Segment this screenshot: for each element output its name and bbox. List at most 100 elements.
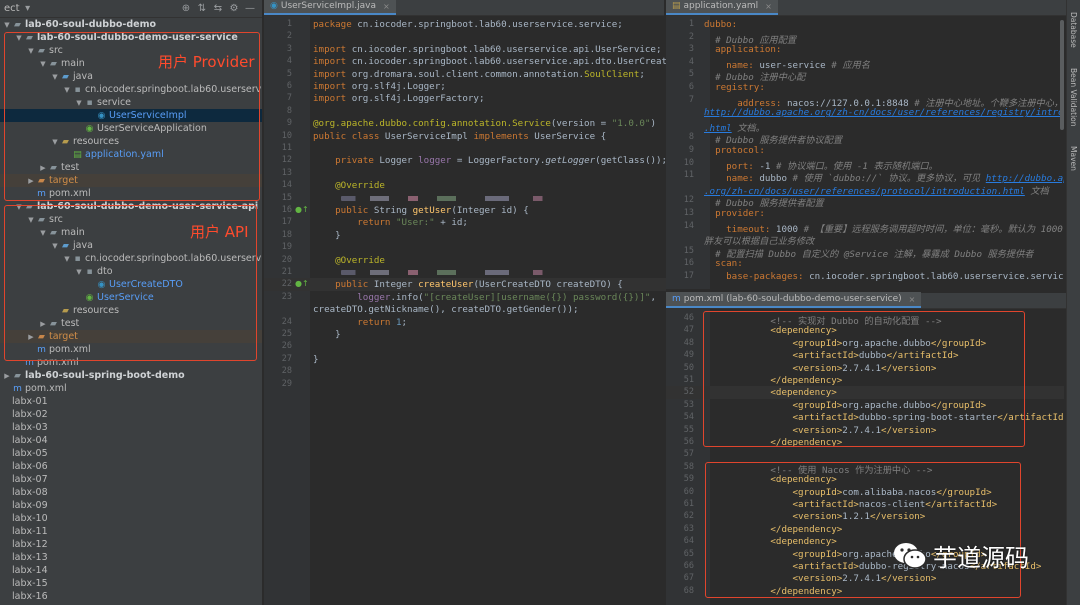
- line-number: 13: [281, 167, 292, 178]
- tree-item[interactable]: labx-15: [0, 577, 262, 590]
- code-line: import org.slf4j.Logger;: [313, 81, 446, 92]
- code-token: org.slf4j.LoggerFactory;: [351, 93, 485, 105]
- nacos-dependency-highlight-box: [705, 462, 1021, 598]
- code-line: [313, 267, 581, 278]
- line-number: 14: [281, 180, 292, 191]
- code-token: logger: [418, 155, 452, 167]
- tree-item[interactable]: labx-14: [0, 564, 262, 577]
- line-number: 17: [281, 217, 292, 228]
- tree-item-label: labx-14: [12, 565, 48, 576]
- line-number: 64: [683, 536, 694, 547]
- line-number: 56: [683, 437, 694, 447]
- tab-pom-xml[interactable]: m pom.xml (lab-60-soul-dubbo-demo-user-s…: [666, 292, 922, 308]
- api-annotation: 用户 API: [190, 223, 249, 241]
- dubbo-dependency-highlight-box: [703, 311, 1025, 447]
- line-number: 25: [281, 329, 292, 339]
- code-token: }: [313, 353, 319, 365]
- code-token: ;: [639, 68, 645, 80]
- tree-item[interactable]: ▶ ▰ lab-60-soul-spring-boot-demo: [0, 369, 262, 382]
- line-number: 12: [683, 195, 694, 206]
- tree-item-label: labx-01: [12, 396, 48, 407]
- tree-item-label: labx-12: [12, 539, 48, 550]
- tree-item[interactable]: labx-08: [0, 486, 262, 499]
- tab-label: application.yaml: [683, 0, 759, 11]
- code-token: @Override: [313, 254, 385, 266]
- tree-item[interactable]: labx-01: [0, 395, 262, 408]
- bean-validation-tab[interactable]: Bean Validation: [1069, 68, 1078, 127]
- tree-item-label: labx-07: [12, 474, 48, 485]
- line-number: 9: [688, 145, 694, 155]
- code-line: scan:: [704, 258, 743, 269]
- line-number: 50: [683, 362, 694, 373]
- tab-userserviceimpl[interactable]: ◉ UserServiceImpl.java ×: [264, 0, 396, 15]
- tree-item[interactable]: labx-02: [0, 408, 262, 421]
- tree-item[interactable]: ▼ ▰ lab-60-soul-dubbo-demo: [0, 18, 262, 31]
- code-token: implements: [473, 130, 535, 142]
- code-token: import: [313, 43, 352, 55]
- close-icon[interactable]: ×: [909, 292, 916, 307]
- implementation-gutter-icon[interactable]: ●↑: [295, 279, 309, 288]
- dropdown-icon[interactable]: ▾: [20, 3, 36, 14]
- code-line: createDTO.getNickname(), createDTO.getGe…: [313, 304, 579, 315]
- tree-item[interactable]: labx-09: [0, 499, 262, 512]
- tree-item[interactable]: labx-12: [0, 538, 262, 551]
- tree-item[interactable]: labx-16: [0, 590, 262, 603]
- tree-item[interactable]: labx-11: [0, 525, 262, 538]
- gear-icon[interactable]: ⚙: [226, 3, 242, 14]
- hide-icon[interactable]: —: [242, 3, 258, 14]
- tree-item-label: labx-11: [12, 526, 48, 537]
- close-icon[interactable]: ×: [383, 0, 390, 14]
- tree-item[interactable]: labx-05: [0, 447, 262, 460]
- code-token: return: [313, 316, 396, 328]
- code-token: cn.iocoder.springboot.lab60.userservice.…: [351, 56, 666, 68]
- code-token: public class: [313, 130, 385, 142]
- line-number: 10: [281, 130, 292, 141]
- project-title[interactable]: ect: [4, 3, 20, 14]
- code-token: public: [313, 205, 374, 216]
- redacted-code: [341, 270, 581, 275]
- watermark-text: 芋道源码: [933, 544, 1029, 572]
- code-line: package cn.iocoder.springboot.lab60.user…: [313, 19, 623, 30]
- tree-item[interactable]: labx-04: [0, 434, 262, 447]
- tab-application-yaml[interactable]: ▤ application.yaml ×: [666, 0, 778, 15]
- yaml-code-area[interactable]: 1 dubbo: 2 # Dubbo 应用配置 3 application: 4 nam…: [666, 16, 1064, 289]
- tree-item[interactable]: labx-06: [0, 460, 262, 473]
- tree-item[interactable]: labx-10: [0, 512, 262, 525]
- tree-item[interactable]: labx-13: [0, 551, 262, 564]
- code-line: }: [313, 354, 319, 365]
- code-line: # 配置扫描 Dubbo 自定义的 @Service 注解，暴露成 Dubbo …: [704, 246, 1033, 260]
- line-number: 5: [688, 69, 694, 80]
- line-number: 68: [683, 585, 694, 596]
- locate-icon[interactable]: ⊕: [178, 3, 194, 14]
- code-token: ;: [401, 316, 408, 328]
- database-tab[interactable]: Database: [1069, 12, 1078, 48]
- close-icon[interactable]: ×: [765, 0, 772, 14]
- code-line: }: [313, 329, 341, 340]
- code-line: http://dubbo.apache.org/zh-cn/docs/user/…: [704, 107, 1064, 118]
- collapse-all-icon[interactable]: ⇆: [210, 3, 226, 14]
- tab-label: UserServiceImpl.java: [280, 0, 376, 11]
- java-code-area[interactable]: 1 package cn.iocoder.springboot.lab60.use…: [264, 16, 666, 605]
- code-line: private Logger logger = LoggerFactory.ge…: [313, 155, 666, 166]
- tree-item[interactable]: labx-03: [0, 421, 262, 434]
- tree-item[interactable]: labx-07: [0, 473, 262, 486]
- code-token: SoulClient: [584, 68, 640, 80]
- line-number: 7: [688, 94, 694, 105]
- line-number: 3: [688, 44, 694, 55]
- expand-all-icon[interactable]: ⇅: [194, 3, 210, 14]
- line-number: 21: [281, 267, 292, 277]
- maven-tab[interactable]: Maven: [1069, 146, 1078, 171]
- code-token: registry:: [704, 82, 765, 93]
- code-token: Integer: [373, 279, 419, 291]
- wechat-icon: [894, 542, 927, 569]
- code-token: base-packages:: [704, 271, 810, 282]
- tree-item-label: labx-16: [12, 591, 48, 602]
- line-number: 54: [683, 412, 694, 423]
- line-number: 18: [281, 229, 292, 240]
- tree-item[interactable]: m pom.xml: [0, 382, 262, 395]
- line-number: 52: [683, 387, 694, 398]
- yaml-scrollbar[interactable]: [1060, 20, 1064, 130]
- code-token: UserServiceImpl: [384, 130, 474, 142]
- implementation-gutter-icon[interactable]: ●↑: [295, 205, 309, 214]
- code-token: org.slf4j.Logger;: [351, 81, 446, 92]
